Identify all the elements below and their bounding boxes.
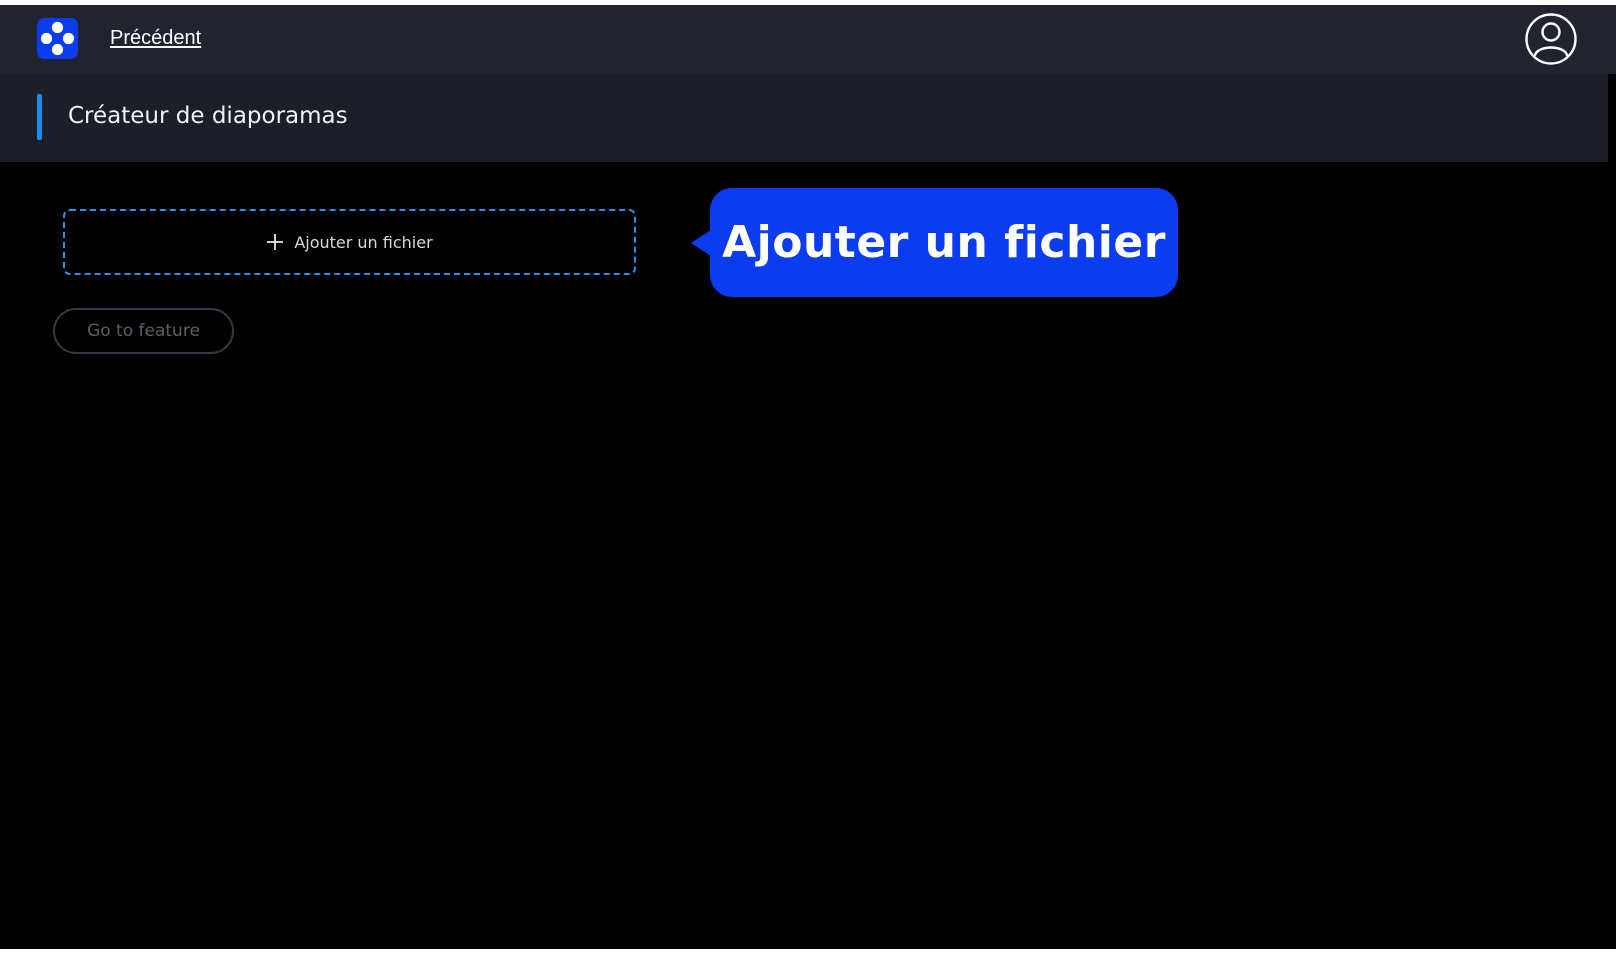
add-file-tooltip: Ajouter un fichier: [691, 188, 1178, 297]
top-bar: Précédent: [0, 5, 1616, 74]
add-file-dropzone[interactable]: Ajouter un fichier: [63, 209, 636, 275]
page-header: Créateur de diaporamas: [0, 74, 1608, 162]
app-window: Précédent Créateur de diaporamas Ajouter…: [0, 5, 1616, 949]
plus-icon: [266, 233, 284, 251]
go-to-feature-button[interactable]: Go to feature: [53, 308, 234, 354]
title-accent-bar: [37, 94, 42, 140]
tooltip-arrow: [691, 230, 711, 256]
user-avatar-icon[interactable]: [1524, 12, 1578, 66]
page-title: Créateur de diaporamas: [68, 103, 348, 129]
flower-logo-icon[interactable]: [37, 18, 78, 59]
back-link[interactable]: Précédent: [110, 27, 201, 50]
tooltip-text: Ajouter un fichier: [722, 217, 1166, 268]
add-file-label: Ajouter un fichier: [294, 232, 433, 252]
